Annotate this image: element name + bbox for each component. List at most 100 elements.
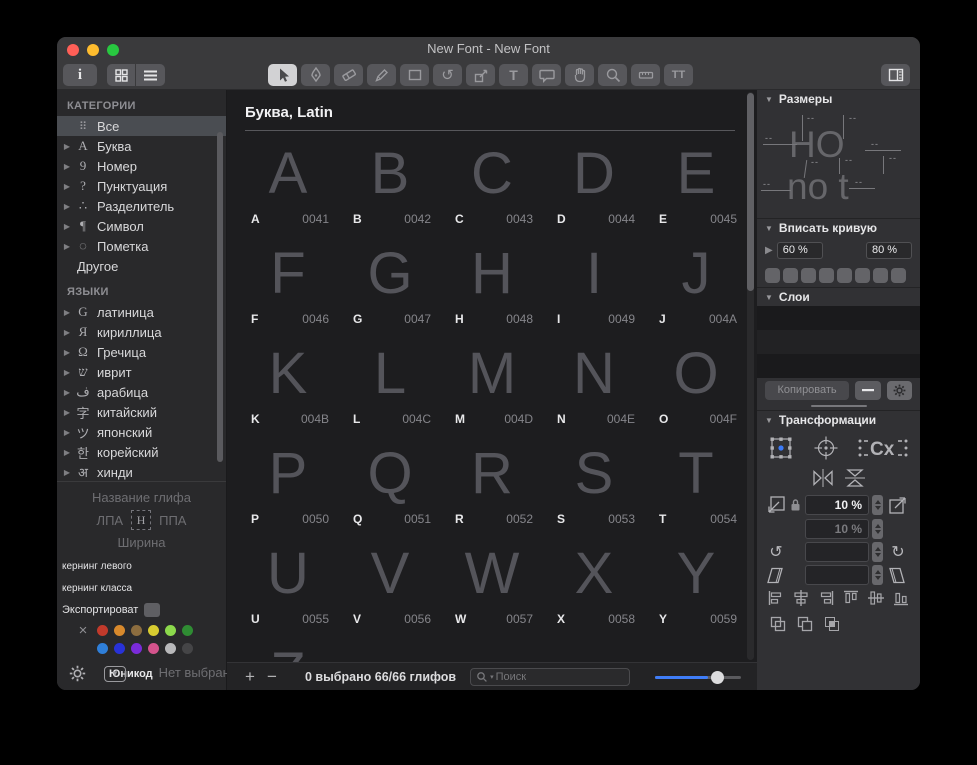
fit-curve-step-button[interactable] xyxy=(891,268,906,283)
glyph-cell[interactable]: BB0042 xyxy=(339,134,441,234)
scale-vertical-stepper[interactable] xyxy=(872,519,883,539)
glyph-cell[interactable]: NN004E xyxy=(543,334,645,434)
slider-thumb[interactable] xyxy=(711,671,724,684)
transform-origin-selector[interactable] xyxy=(767,434,795,462)
label-color-swatch[interactable] xyxy=(148,643,159,654)
fit-curve-expand-icon[interactable]: ▶ xyxy=(765,245,773,256)
gear-icon[interactable] xyxy=(69,665,86,682)
transform-reference-point-icon[interactable] xyxy=(813,435,839,461)
fit-curve-step-button[interactable] xyxy=(765,268,780,283)
glyph-cell[interactable]: CC0043 xyxy=(441,134,543,234)
glyph-cell[interactable]: GG0047 xyxy=(339,234,441,334)
fit-curve-step-button[interactable] xyxy=(837,268,852,283)
glyph-cell[interactable]: KK004B xyxy=(237,334,339,434)
sidebar-language-item[interactable]: ▶ツяпонский xyxy=(57,422,226,442)
disclosure-triangle-icon[interactable]: ▼ xyxy=(765,416,773,425)
label-color-swatch[interactable] xyxy=(182,625,193,636)
scrollbar-thumb[interactable] xyxy=(747,93,754,291)
disclosure-triangle-icon[interactable]: ▶ xyxy=(61,428,73,437)
sidebar-category-item[interactable]: ▶∴Разделитель xyxy=(57,196,226,216)
layers-section-header[interactable]: ▼ Слои xyxy=(757,288,920,306)
transformations-section-header[interactable]: ▼ Трансформации xyxy=(757,411,920,429)
glyph-cell[interactable]: SS0053 xyxy=(543,434,645,534)
scale-horizontal-input[interactable] xyxy=(805,495,869,515)
glyph-cell[interactable]: FF0046 xyxy=(237,234,339,334)
glyph-cell[interactable]: WW0057 xyxy=(441,534,543,634)
rotate-cw-button[interactable]: ↻ xyxy=(887,542,909,562)
sidebar-language-item[interactable]: ▶فарабица xyxy=(57,382,226,402)
rotate-angle-input[interactable] xyxy=(805,542,869,562)
layers-list[interactable] xyxy=(757,306,920,378)
sidebar-language-item[interactable]: ▶ΩГречица xyxy=(57,342,226,362)
label-color-swatch[interactable] xyxy=(97,625,108,636)
draw-tool-button[interactable] xyxy=(301,64,330,86)
align-bottom-button[interactable] xyxy=(892,589,910,607)
disclosure-triangle-icon[interactable]: ▶ xyxy=(61,468,73,477)
sidebar-category-item[interactable]: ▶?Пунктуация xyxy=(57,176,226,196)
disclosure-triangle-icon[interactable]: ▶ xyxy=(61,202,73,211)
text-tool-button[interactable]: T xyxy=(499,64,528,86)
glyph-cell[interactable]: AA0041 xyxy=(237,134,339,234)
align-left-button[interactable] xyxy=(767,589,785,607)
sidebar-item-other[interactable]: Другое xyxy=(57,256,226,276)
slant-right-button[interactable] xyxy=(887,566,907,585)
glyph-cell[interactable]: DD0044 xyxy=(543,134,645,234)
disclosure-triangle-icon[interactable]: ▶ xyxy=(61,308,73,317)
glyph-cell[interactable]: HH0048 xyxy=(441,234,543,334)
grid-view-button[interactable] xyxy=(107,64,136,86)
dimensions-section-header[interactable]: ▼ Размеры xyxy=(757,90,920,108)
glyph-cell[interactable]: VV0056 xyxy=(339,534,441,634)
rotate-stepper[interactable] xyxy=(872,542,883,562)
remove-layer-button[interactable] xyxy=(855,381,880,400)
transform-metrics-center-icon[interactable]: Cx xyxy=(856,435,910,461)
panel-resize-grip[interactable] xyxy=(757,402,920,410)
glyph-cell[interactable]: EE0045 xyxy=(645,134,741,234)
toggle-right-panel-button[interactable] xyxy=(881,64,910,86)
erase-tool-button[interactable] xyxy=(334,64,363,86)
align-right-button[interactable] xyxy=(817,589,835,607)
search-input[interactable] xyxy=(496,671,624,683)
list-filter-dropdown-button[interactable]: ▼ xyxy=(104,666,126,682)
label-color-swatch[interactable] xyxy=(148,625,159,636)
measure-tool-button[interactable] xyxy=(631,64,660,86)
hand-tool-button[interactable] xyxy=(565,64,594,86)
sidebar-language-item[interactable]: ▶Якириллица xyxy=(57,322,226,342)
zoom-slider[interactable] xyxy=(655,670,741,684)
disclosure-triangle-icon[interactable]: ▶ xyxy=(61,348,73,357)
disclosure-triangle-icon[interactable]: ▼ xyxy=(765,293,773,302)
label-color-swatch[interactable] xyxy=(131,625,142,636)
primitives-tool-button[interactable] xyxy=(400,64,429,86)
rotate-tool-button[interactable]: ↺ xyxy=(433,64,462,86)
slant-stepper[interactable] xyxy=(872,565,883,585)
list-view-button[interactable] xyxy=(136,64,165,86)
sidebar-category-item[interactable]: ▶¶Символ xyxy=(57,216,226,236)
disclosure-triangle-icon[interactable]: ▶ xyxy=(61,388,73,397)
sidebar-scrollbar[interactable] xyxy=(217,132,223,462)
slant-angle-input[interactable] xyxy=(805,565,869,585)
disclosure-triangle-icon[interactable]: ▼ xyxy=(765,224,773,233)
font-info-button[interactable]: i xyxy=(63,64,97,86)
scale-horizontal-stepper[interactable] xyxy=(872,495,883,515)
flip-vertical-button[interactable] xyxy=(843,468,867,488)
fit-curve-step-button[interactable] xyxy=(783,268,798,283)
center-horizontally-button[interactable] xyxy=(792,589,810,607)
glyph-cell[interactable]: JJ004A xyxy=(645,234,741,334)
glyph-cell[interactable]: LL004C xyxy=(339,334,441,434)
instructor-tool-button[interactable]: TT xyxy=(664,64,693,86)
label-color-swatch[interactable] xyxy=(165,625,176,636)
layer-options-button[interactable] xyxy=(887,381,912,400)
annotation-tool-button[interactable] xyxy=(532,64,561,86)
glyph-cell[interactable]: II0049 xyxy=(543,234,645,334)
sidebar-category-item[interactable]: ▶9Номер xyxy=(57,156,226,176)
search-scope-caret-icon[interactable]: ▾ xyxy=(490,673,494,681)
sidebar-language-item[interactable]: ▶שиврит xyxy=(57,362,226,382)
glyph-cell[interactable]: ZZ005A xyxy=(237,634,339,662)
glyph-cell[interactable]: OO004F xyxy=(645,334,741,434)
fit-curve-step-button[interactable] xyxy=(855,268,870,283)
label-color-swatch[interactable] xyxy=(131,643,142,654)
rotate-ccw-button[interactable]: ↺ xyxy=(765,542,787,562)
boolean-subtract-button[interactable] xyxy=(796,615,814,633)
label-color-swatch[interactable] xyxy=(114,625,125,636)
flip-horizontal-button[interactable] xyxy=(811,468,835,488)
select-tool-button[interactable] xyxy=(268,64,297,86)
